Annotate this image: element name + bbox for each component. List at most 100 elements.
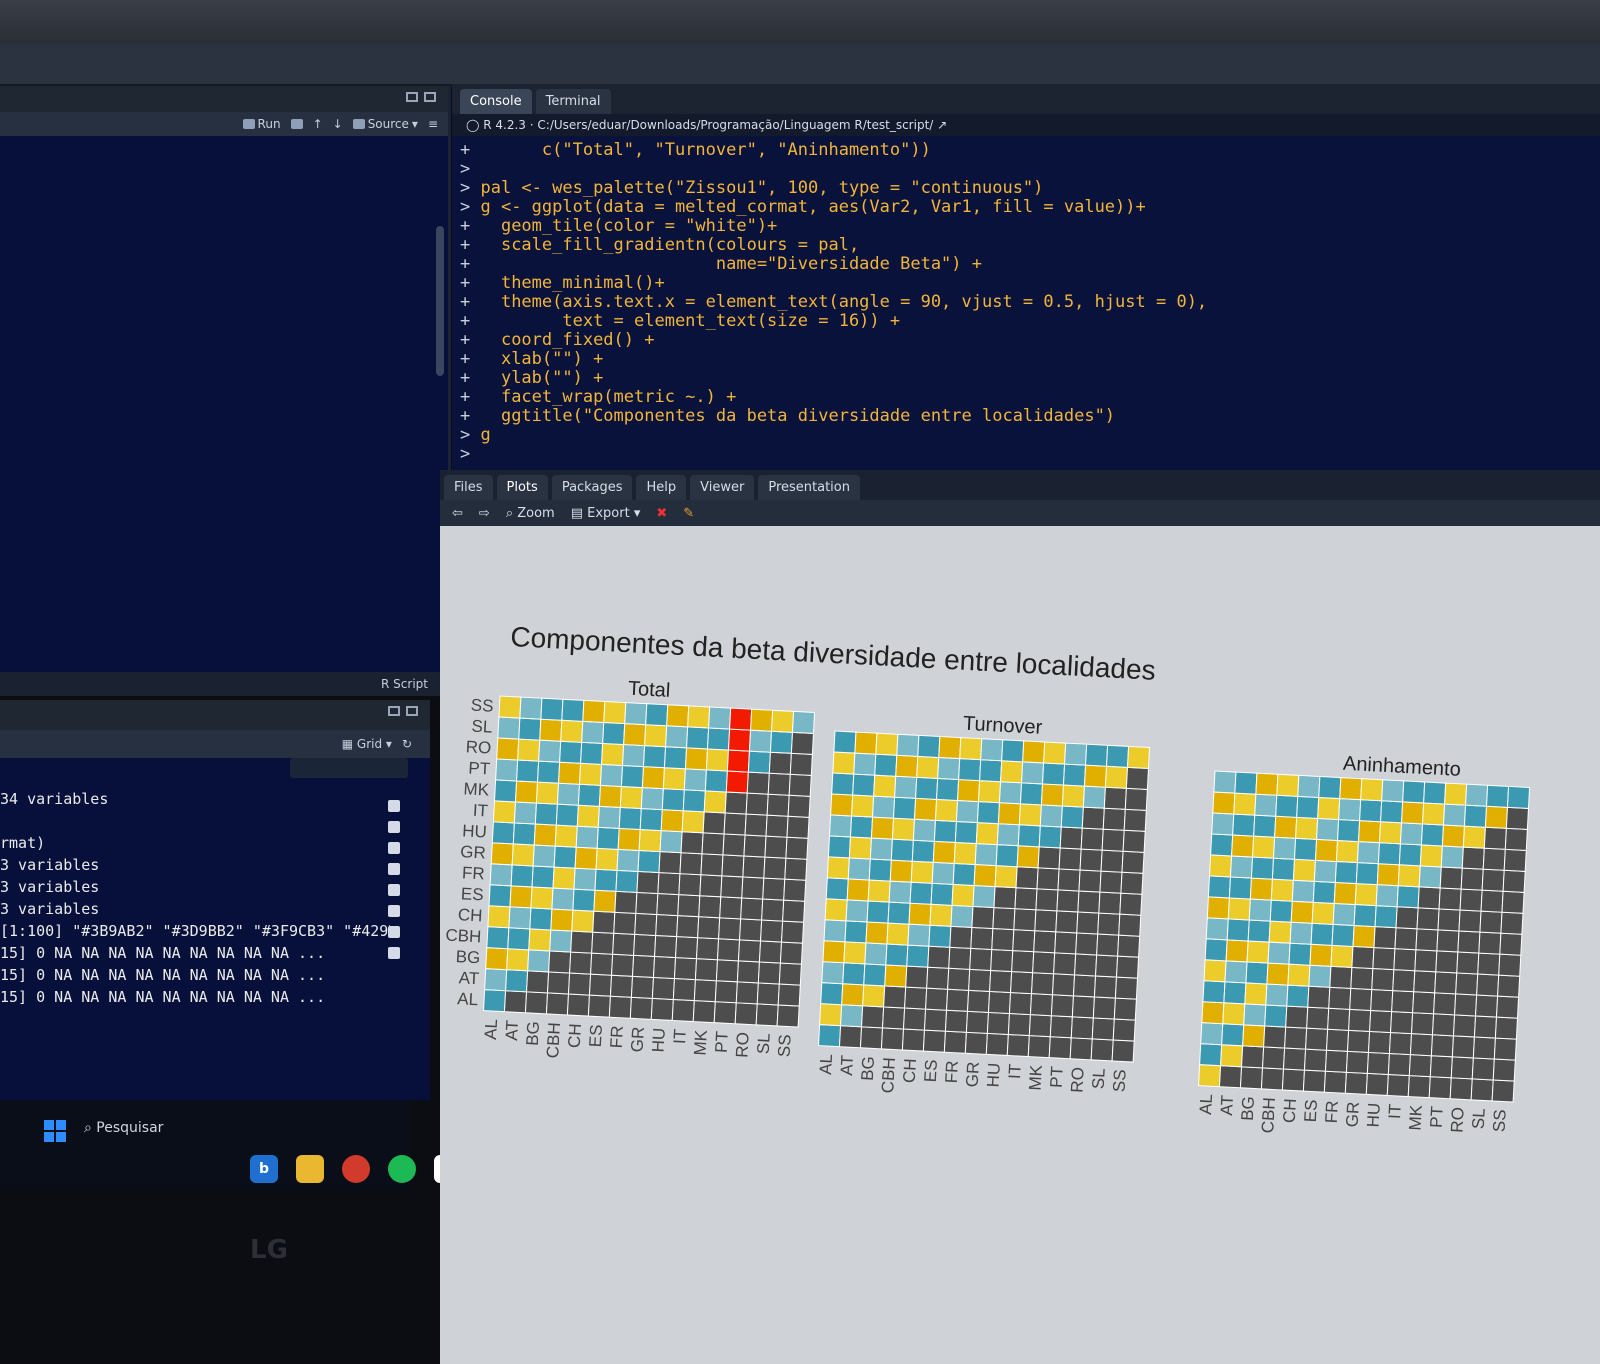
heatmap-cell: [1095, 954, 1119, 978]
heatmap-cell: [883, 985, 907, 1009]
heatmap-cell: [1242, 1024, 1266, 1048]
grid-view-button[interactable]: ▦ Grid ▾: [342, 737, 392, 751]
heatmap-cell: [1239, 1066, 1264, 1090]
tab-console[interactable]: Console: [460, 89, 532, 114]
env-line: 3 variables: [0, 900, 100, 918]
taskbar-search[interactable]: ⌕ Pesquisar: [84, 1120, 163, 1136]
lg-logo: LG: [250, 1235, 288, 1265]
heatmap-cell: [1338, 798, 1362, 822]
outline-icon[interactable]: ≡: [428, 117, 438, 131]
heatmap-cell: [929, 903, 953, 927]
table-icon[interactable]: [388, 842, 400, 854]
table-icon[interactable]: [388, 884, 400, 896]
heatmap-cell: [1206, 896, 1230, 920]
heatmap-cell: [1104, 765, 1129, 789]
windows-start-icon[interactable]: [44, 1120, 66, 1142]
spotify-icon[interactable]: [388, 1155, 416, 1183]
tab-packages[interactable]: Packages: [551, 475, 633, 500]
up-arrow-icon[interactable]: ↑: [313, 117, 323, 131]
console-code: theme(axis.text.x = element_text(angle =…: [480, 292, 1208, 311]
magnify-icon[interactable]: [388, 821, 400, 833]
heatmap-cell: [1252, 835, 1276, 859]
source-button[interactable]: Source ▾: [352, 117, 418, 131]
magnify-icon[interactable]: [388, 863, 400, 875]
heatmap-cell: [957, 779, 981, 803]
console-line: + theme_minimal()+: [460, 273, 1590, 292]
maximize-icon[interactable]: [406, 706, 418, 716]
heatmap-cell: [1376, 863, 1400, 887]
heatmap-cell: [950, 904, 974, 928]
heatmap-cell: [954, 820, 978, 845]
heatmap-cell: [1475, 994, 1499, 1018]
heatmap-cell: [1041, 762, 1066, 786]
heatmap-cell: [595, 847, 619, 871]
console-output[interactable]: + c("Total", "Turnover", "Aninhamento"))…: [460, 140, 1590, 463]
x-tick-label: AT: [1217, 1095, 1237, 1116]
down-arrow-icon[interactable]: ↓: [333, 117, 343, 131]
env-line: [0, 812, 390, 834]
magnify-icon[interactable]: [388, 800, 400, 812]
forward-arrow-icon[interactable]: ⇨: [479, 506, 490, 521]
table-icon[interactable]: [388, 947, 400, 959]
editor-window-buttons: [406, 92, 436, 102]
heatmap-cell: [1420, 823, 1445, 847]
heatmap-cell: [958, 758, 982, 782]
table-icon[interactable]: [388, 926, 400, 938]
heatmap-cell: [1098, 891, 1122, 915]
heatmap-cell: [830, 793, 854, 817]
heatmap-cell: [1241, 1045, 1265, 1069]
console-code: xlab("") +: [480, 349, 604, 368]
maximize-icon[interactable]: [424, 92, 436, 102]
tab-viewer[interactable]: Viewer: [690, 475, 755, 500]
editor-filetype[interactable]: R Script: [0, 672, 448, 696]
heatmap-cell: [966, 989, 991, 1013]
heatmap-cell: [1339, 777, 1363, 801]
rerun-icon[interactable]: [290, 119, 303, 129]
minimize-icon[interactable]: [388, 706, 400, 716]
bing-icon[interactable]: b: [250, 1155, 278, 1183]
heatmap-cell: [1414, 949, 1438, 973]
heatmap-cell: [729, 707, 753, 731]
heatmap-cell: [931, 861, 955, 885]
tab-files[interactable]: Files: [444, 475, 493, 500]
editor-body[interactable]: [0, 136, 434, 676]
env-search-input[interactable]: [290, 758, 408, 778]
x-tick-label: AL: [481, 1019, 501, 1041]
heatmap-cell: [975, 822, 999, 846]
x-tick-label: MK: [1405, 1104, 1425, 1131]
tab-plots[interactable]: Plots: [496, 475, 548, 500]
heatmap-cell: [986, 1011, 1010, 1036]
heatmap-cell: [1254, 793, 1278, 817]
back-arrow-icon[interactable]: ⇦: [452, 506, 463, 521]
file-explorer-icon[interactable]: [296, 1155, 324, 1183]
console-code: theme_minimal()+: [480, 273, 665, 292]
heatmap-cell: [1316, 817, 1340, 842]
tab-help[interactable]: Help: [636, 475, 687, 500]
tab-terminal[interactable]: Terminal: [535, 89, 611, 114]
remove-plot-icon[interactable]: ✖: [656, 506, 667, 521]
heatmap-cell: [1323, 1070, 1347, 1094]
heatmap-cell: [1455, 972, 1479, 996]
heatmap-cell: [577, 783, 601, 807]
heatmap-cell: [1263, 1025, 1287, 1049]
heatmap-cell: [853, 752, 877, 776]
table-icon[interactable]: [388, 905, 400, 917]
heatmap-cell: [959, 737, 983, 761]
editor-scrollbar[interactable]: [436, 226, 444, 376]
heatmap-cell: [697, 916, 721, 940]
x-tick-label: ES: [586, 1024, 606, 1048]
heatmap-cell: [791, 710, 816, 734]
heatmap-cell: [821, 961, 845, 985]
minimize-icon[interactable]: [406, 92, 418, 102]
chrome-icon[interactable]: [342, 1155, 370, 1183]
heatmap-cell: [763, 856, 787, 880]
export-button[interactable]: ▤ Export ▾: [571, 506, 641, 521]
heatmap-cell: [1454, 993, 1478, 1017]
heatmap-cell: [739, 918, 763, 942]
refresh-icon[interactable]: ↻: [402, 737, 412, 751]
run-button[interactable]: Run: [242, 117, 281, 131]
zoom-button[interactable]: ⌕ Zoom: [506, 506, 555, 521]
heatmap-cell: [519, 696, 543, 720]
broom-icon[interactable]: ✎: [683, 506, 694, 521]
tab-presentation[interactable]: Presentation: [758, 475, 860, 500]
